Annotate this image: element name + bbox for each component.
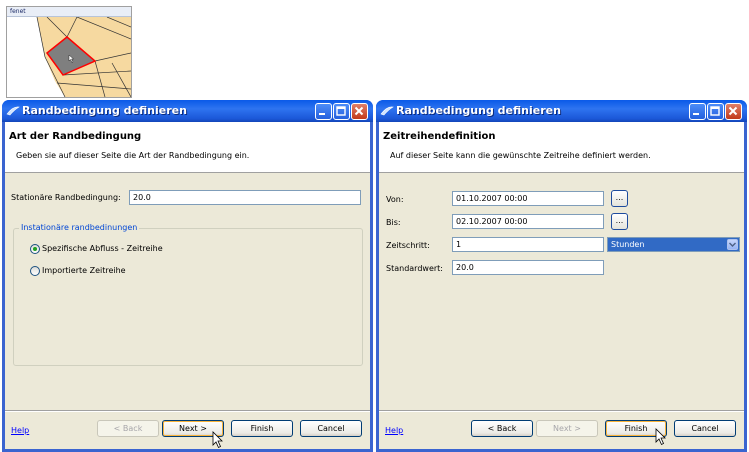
close-button[interactable] bbox=[351, 103, 368, 120]
left-page-title: Art der Randbedingung bbox=[9, 131, 142, 142]
left-finish-button[interactable]: Finish bbox=[231, 420, 293, 437]
left-page-description: Geben sie auf dieser Seite die Art der R… bbox=[16, 151, 250, 160]
radio-spezifische-abfluss[interactable] bbox=[30, 244, 40, 254]
close-button[interactable] bbox=[725, 103, 742, 120]
von-label: Von: bbox=[386, 195, 404, 204]
close-icon bbox=[354, 106, 364, 116]
chevron-down-icon[interactable] bbox=[727, 239, 738, 250]
instationary-group-label: Instationäre randbedinungen bbox=[19, 223, 140, 232]
right-mouse-cursor-icon bbox=[655, 428, 666, 446]
left-back-button[interactable]: < Back bbox=[97, 420, 159, 437]
minimize-icon bbox=[693, 113, 699, 115]
maximize-button[interactable] bbox=[333, 103, 350, 120]
left-wizard-window: Randbedingung definieren Art der Randbed… bbox=[2, 100, 373, 452]
right-window-title: Randbedingung definieren bbox=[396, 104, 561, 117]
left-help-link[interactable]: Help bbox=[11, 426, 29, 435]
unit-select[interactable]: Stunden bbox=[607, 237, 740, 252]
radio-spezifische-abfluss-label[interactable]: Spezifische Abfluss - Zeitreihe bbox=[42, 244, 163, 253]
standardwert-label: Standardwert: bbox=[386, 264, 443, 273]
stationary-label: Stationäre Randbedingung: bbox=[11, 193, 121, 202]
radio-importierte-zeitreihe[interactable] bbox=[30, 266, 40, 276]
right-client-area: Zeitreihendefinition Auf dieser Seite ka… bbox=[379, 122, 744, 449]
left-header: Art der Randbedingung Geben sie auf dies… bbox=[5, 122, 370, 173]
maximize-button[interactable] bbox=[707, 103, 724, 120]
minimize-button[interactable] bbox=[689, 103, 706, 120]
right-title-bar: Randbedingung definieren bbox=[376, 100, 747, 122]
right-wizard-window: Randbedingung definieren Zeitreihendefin… bbox=[376, 100, 747, 452]
right-back-button[interactable]: < Back bbox=[471, 420, 533, 437]
minimize-icon bbox=[319, 113, 325, 115]
zeitschritt-label: Zeitschritt: bbox=[386, 241, 430, 250]
right-page-description: Auf dieser Seite kann die gewünschte Zei… bbox=[390, 151, 651, 160]
map-preview[interactable]: fenet bbox=[6, 6, 132, 98]
map-title: fenet bbox=[7, 7, 131, 17]
stationary-input[interactable]: 20.0 bbox=[129, 190, 361, 205]
map-canvas bbox=[36, 17, 131, 97]
left-title-bar: Randbedingung definieren bbox=[2, 100, 373, 122]
von-input[interactable]: 01.10.2007 00:00 bbox=[452, 191, 604, 206]
bis-input[interactable]: 02.10.2007 00:00 bbox=[452, 214, 604, 229]
right-cancel-button[interactable]: Cancel bbox=[674, 420, 736, 437]
minimize-button[interactable] bbox=[315, 103, 332, 120]
maximize-icon bbox=[710, 106, 720, 116]
bis-picker-button[interactable]: ... bbox=[611, 213, 628, 230]
right-next-button[interactable]: Next > bbox=[536, 420, 598, 437]
chevron-svg bbox=[729, 242, 736, 247]
maximize-icon bbox=[336, 106, 346, 116]
right-help-link[interactable]: Help bbox=[385, 426, 403, 435]
bis-label: Bis: bbox=[386, 218, 401, 227]
left-footer-separator bbox=[5, 410, 370, 412]
left-mouse-cursor-icon bbox=[212, 431, 223, 449]
right-footer-separator bbox=[379, 410, 744, 412]
wizard-icon bbox=[6, 106, 20, 116]
close-icon bbox=[728, 106, 738, 116]
radio-importierte-zeitreihe-label[interactable]: Importierte Zeitreihe bbox=[42, 266, 126, 275]
standardwert-input[interactable]: 20.0 bbox=[452, 260, 604, 275]
zeitschritt-input[interactable]: 1 bbox=[452, 237, 604, 252]
von-picker-button[interactable]: ... bbox=[611, 190, 628, 207]
left-cancel-button[interactable]: Cancel bbox=[300, 420, 362, 437]
right-page-title: Zeitreihendefinition bbox=[383, 131, 496, 142]
left-window-title: Randbedingung definieren bbox=[22, 104, 187, 117]
unit-select-value: Stunden bbox=[611, 240, 645, 249]
right-header: Zeitreihendefinition Auf dieser Seite ka… bbox=[379, 122, 744, 173]
wizard-icon bbox=[380, 106, 394, 116]
left-client-area: Art der Randbedingung Geben sie auf dies… bbox=[5, 122, 370, 449]
